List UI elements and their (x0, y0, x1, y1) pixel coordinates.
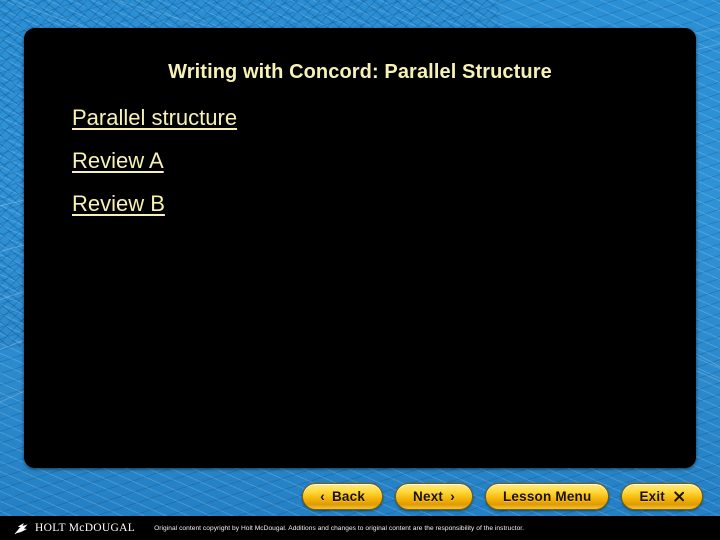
back-button[interactable]: ‹ Back (302, 482, 384, 510)
navigation-bar: ‹ Back Next › Lesson Menu Exit (0, 482, 720, 510)
link-list: Parallel structure Review A Review B (72, 105, 632, 234)
content-panel: Writing with Concord: Parallel Structure… (24, 28, 696, 468)
next-button-label: Next (413, 488, 444, 504)
link-review-a[interactable]: Review A (72, 148, 164, 174)
brand-lockup: HOLT McDOUGAL (14, 522, 135, 535)
chevron-left-icon: ‹ (320, 488, 325, 504)
page-title: Writing with Concord: Parallel Structure (168, 61, 552, 83)
holt-mcdougal-bird-icon (14, 522, 28, 534)
lesson-menu-button-label: Lesson Menu (502, 488, 592, 504)
list-item: Review A (72, 148, 632, 174)
exit-button[interactable]: Exit (621, 482, 703, 510)
list-item: Parallel structure (72, 105, 632, 131)
brand-name: HOLT McDOUGAL (35, 522, 136, 534)
copyright-text: Original content copyright by Holt McDou… (154, 524, 525, 532)
close-x-icon (672, 490, 685, 503)
back-button-label: Back (331, 488, 366, 504)
exit-button-label: Exit (639, 488, 665, 504)
link-review-b[interactable]: Review B (72, 191, 165, 217)
list-item: Review B (72, 191, 632, 217)
footer-bar: HOLT McDOUGAL Original content copyright… (0, 516, 720, 540)
lesson-menu-button[interactable]: Lesson Menu (484, 482, 610, 510)
link-parallel-structure[interactable]: Parallel structure (72, 105, 237, 131)
chevron-right-icon: › (450, 488, 455, 504)
next-button[interactable]: Next › (395, 482, 473, 510)
slide-stage: Writing with Concord: Parallel Structure… (0, 0, 720, 540)
